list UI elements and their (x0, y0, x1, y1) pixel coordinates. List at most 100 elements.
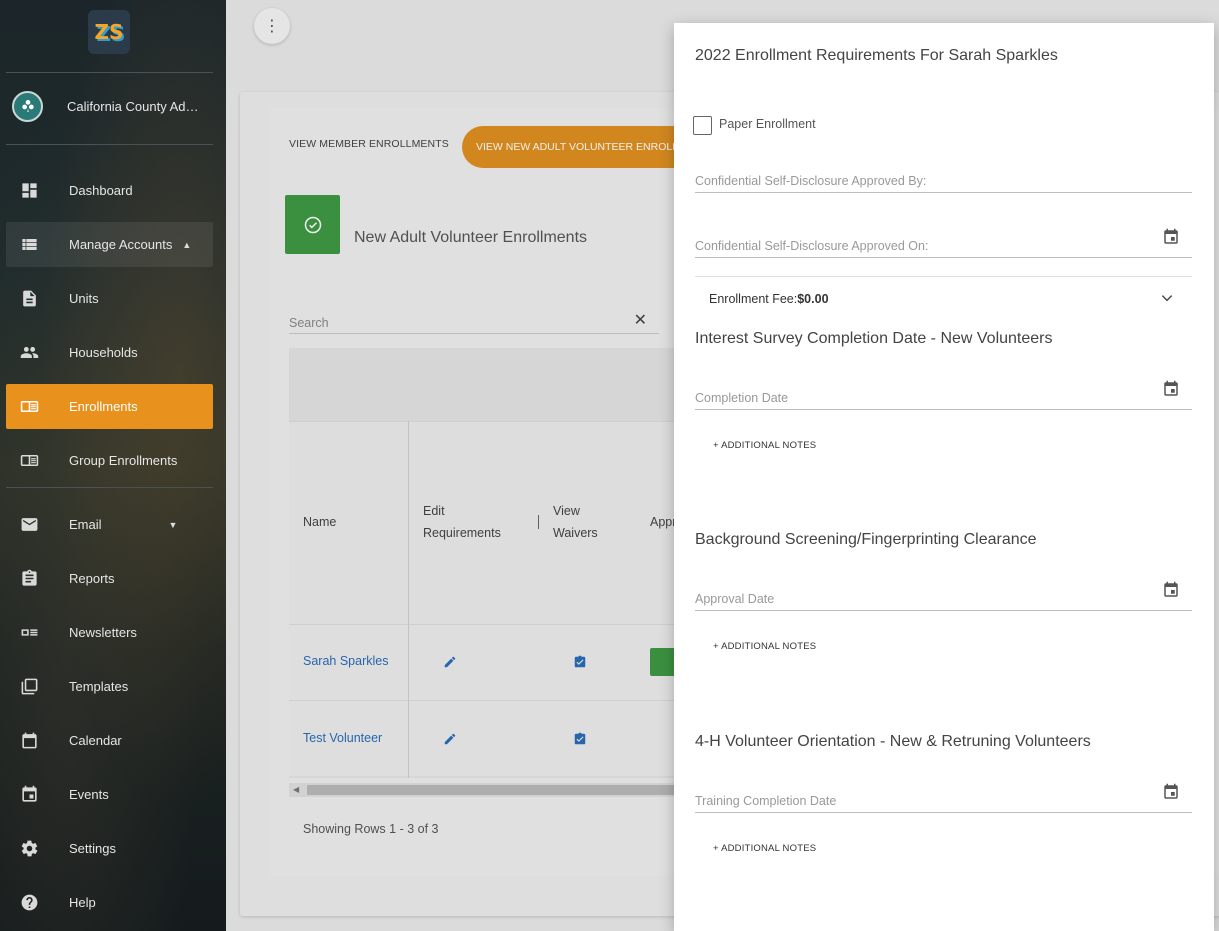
check-circle-icon (285, 195, 340, 254)
zs-logo[interactable]: ZS (88, 10, 130, 54)
sidebar-item-reports[interactable]: Reports (6, 556, 213, 601)
paper-enrollment-checkbox[interactable] (693, 116, 712, 135)
sidebar-item-label: Newsletters (69, 625, 137, 640)
sidebar-item-label: Settings (69, 841, 116, 856)
row-name-link[interactable]: Test Volunteer (303, 731, 382, 745)
calendar-icon[interactable] (1162, 228, 1180, 246)
caret-up-icon: ▲ (182, 239, 192, 250)
sidebar-item-settings[interactable]: Settings (6, 826, 213, 871)
sidebar-item-label: Households (69, 345, 138, 360)
avatar (12, 90, 43, 122)
column-header-requirements: Requirements (423, 526, 501, 540)
approved-by-field[interactable]: Confidential Self-Disclosure Approved By… (695, 169, 1192, 193)
email-icon (6, 515, 52, 534)
completion-date-field[interactable]: Completion Date (695, 380, 1192, 410)
sidebar-item-label: Enrollments (69, 399, 138, 414)
sidebar-item-help[interactable]: Help (6, 880, 213, 925)
newsletter-icon (6, 623, 52, 642)
dialog-title: 2022 Enrollment Requirements For Sarah S… (695, 47, 1058, 64)
kebab-icon: ⋮ (264, 18, 280, 35)
pagination-summary: Showing Rows 1 - 3 of 3 (303, 822, 439, 836)
calendar-icon[interactable] (1162, 380, 1180, 398)
section-title-volunteer-orientation: 4-H Volunteer Orientation - New & Retrun… (695, 733, 1091, 750)
training-completion-date-field[interactable]: Training Completion Date (695, 783, 1192, 813)
group-enrollment-icon (6, 451, 52, 470)
enrollment-fee-expander[interactable]: Enrollment Fee: $0.00 (695, 276, 1192, 320)
scroll-left-icon[interactable]: ◀ (293, 785, 299, 794)
sidebar-item-manage-accounts[interactable]: Manage Accounts ▲ (6, 222, 213, 267)
sidebar-item-calendar[interactable]: Calendar (6, 718, 213, 763)
sidebar-divider (6, 487, 213, 488)
additional-notes-button[interactable]: + ADDITIONAL NOTES (713, 641, 816, 652)
column-header-view[interactable]: View (553, 500, 580, 522)
sidebar-item-enrollments[interactable]: Enrollments (6, 384, 213, 429)
sidebar-item-label: Templates (69, 679, 129, 694)
clear-search-icon[interactable]: ✕ (634, 310, 647, 330)
list-icon (6, 235, 52, 254)
column-header-edit[interactable]: Edit (423, 500, 445, 522)
sidebar-item-label: Calendar (69, 733, 122, 748)
people-icon (6, 343, 52, 362)
search-field: ✕ (289, 308, 659, 334)
gear-icon (6, 839, 52, 858)
sidebar-item-label: Group Enrollments (69, 453, 178, 468)
field-label: Confidential Self-Disclosure Approved By… (695, 174, 927, 188)
approved-on-field[interactable]: Confidential Self-Disclosure Approved On… (695, 228, 1192, 258)
section-title-background-screening: Background Screening/Fingerprinting Clea… (695, 531, 1037, 548)
row-name-link[interactable]: Sarah Sparkles (303, 654, 388, 668)
clipboard-check-icon[interactable] (573, 655, 587, 669)
sidebar-item-label: Email (69, 517, 102, 532)
field-label: Completion Date (695, 391, 789, 405)
additional-notes-button[interactable]: + ADDITIONAL NOTES (713, 843, 816, 854)
column-divider (408, 421, 409, 778)
search-input[interactable] (289, 308, 619, 332)
help-icon (6, 893, 52, 912)
edit-pencil-icon[interactable] (443, 732, 457, 746)
field-label: Training Completion Date (695, 794, 837, 808)
dashboard-icon (6, 181, 52, 200)
sidebar-item-dashboard[interactable]: Dashboard (6, 168, 213, 213)
sidebar-item-events[interactable]: Events (6, 772, 213, 817)
caret-down-icon: ▼ (168, 519, 178, 530)
page-title: New Adult Volunteer Enrollments (354, 229, 588, 246)
sidebar-divider (6, 144, 213, 145)
enrollment-requirements-dialog: 2022 Enrollment Requirements For Sarah S… (674, 23, 1214, 931)
profile[interactable]: California County Administrator (12, 89, 212, 123)
profile-name: California County Administrator (67, 98, 205, 114)
sidebar-item-group-enrollments[interactable]: Group Enrollments (6, 438, 213, 483)
fee-value: $0.00 (797, 291, 829, 306)
sidebar-item-label: Help (69, 895, 96, 910)
column-header-name[interactable]: Name (303, 511, 336, 533)
event-icon (6, 785, 52, 804)
paper-enrollment-label: Paper Enrollment (719, 117, 816, 131)
sidebar-item-email[interactable]: Email ▼ (6, 502, 213, 547)
sidebar-divider (6, 72, 213, 73)
more-options-button[interactable]: ⋮ (254, 8, 290, 44)
section-title-interest-survey: Interest Survey Completion Date - New Vo… (695, 330, 1053, 347)
sidebar-item-newsletters[interactable]: Newsletters (6, 610, 213, 655)
sidebar-item-households[interactable]: Households (6, 330, 213, 375)
clipboard-icon (6, 569, 52, 588)
calendar-icon[interactable] (1162, 783, 1180, 801)
clipboard-check-icon[interactable] (573, 732, 587, 746)
field-label: Approval Date (695, 592, 775, 606)
tab-view-member-enrollments[interactable]: VIEW MEMBER ENROLLMENTS (289, 138, 449, 150)
sidebar-item-label: Reports (69, 571, 115, 586)
sidebar-item-label: Dashboard (69, 183, 133, 198)
sidebar-item-units[interactable]: Units (6, 276, 213, 321)
enrollment-icon (6, 397, 52, 416)
chevron-down-icon (1160, 291, 1174, 305)
calendar-icon[interactable] (1162, 581, 1180, 599)
additional-notes-button[interactable]: + ADDITIONAL NOTES (713, 440, 816, 451)
field-label: Confidential Self-Disclosure Approved On… (695, 239, 929, 253)
edit-pencil-icon[interactable] (443, 655, 457, 669)
approval-date-field[interactable]: Approval Date (695, 581, 1192, 611)
fee-label: Enrollment Fee: (709, 291, 798, 306)
horizontal-scrollbar[interactable]: ◀ (289, 783, 679, 797)
scrollbar-thumb[interactable] (307, 785, 679, 795)
column-header-approve[interactable]: Approve (650, 511, 674, 533)
column-resize-handle[interactable] (538, 515, 539, 529)
templates-icon (6, 677, 52, 696)
sidebar-item-templates[interactable]: Templates (6, 664, 213, 709)
sidebar: ZS California County Administrator Dashb… (0, 0, 226, 931)
